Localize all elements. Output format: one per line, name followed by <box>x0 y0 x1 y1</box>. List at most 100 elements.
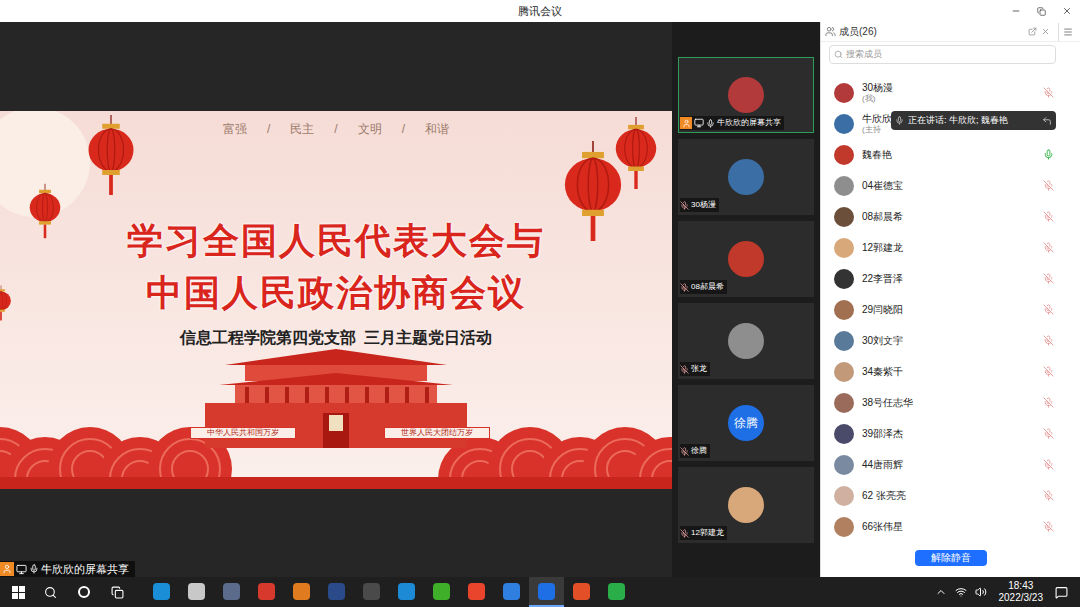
taskbar-app[interactable] <box>389 577 424 607</box>
mic-off-icon[interactable] <box>1043 397 1054 408</box>
app-icon <box>363 583 380 600</box>
member-avatar <box>834 176 854 196</box>
search-field[interactable]: 搜索成员 <box>829 45 1056 64</box>
app-icon <box>538 583 555 600</box>
taskbar-app[interactable] <box>179 577 214 607</box>
members-icon <box>825 26 836 37</box>
mic-off-icon[interactable] <box>1043 180 1054 191</box>
unmute-button[interactable]: 解除静音 <box>915 550 987 566</box>
avatar <box>728 241 764 277</box>
mic-off-icon[interactable] <box>1043 521 1054 532</box>
minimize-icon[interactable] <box>1011 6 1021 16</box>
member-row[interactable]: 62 张亮亮 <box>821 480 1080 511</box>
mic-icon <box>706 119 715 128</box>
app-icon <box>328 583 345 600</box>
volume-icon[interactable] <box>975 586 987 598</box>
notification-icon[interactable] <box>1055 586 1068 599</box>
share-label: 牛欣欣的屏幕共享 <box>0 561 135 577</box>
app-icon <box>188 583 205 600</box>
member-row[interactable]: 04崔德宝 <box>821 170 1080 201</box>
video-tile[interactable]: 08郝晨希 <box>678 221 814 297</box>
video-tile[interactable]: 牛欣欣的屏幕共享 <box>678 57 814 133</box>
close-icon[interactable] <box>1062 6 1072 16</box>
member-avatar <box>834 300 854 320</box>
video-tile[interactable]: 张龙 <box>678 303 814 379</box>
lantern-icon <box>606 117 666 189</box>
member-row[interactable]: 30刘文宇 <box>821 325 1080 356</box>
avatar <box>728 77 764 113</box>
mic-off-icon[interactable] <box>1043 304 1054 315</box>
taskbar-app[interactable] <box>424 577 459 607</box>
mic-off-icon[interactable] <box>1043 490 1054 501</box>
video-tile[interactable]: 30杨漫 <box>678 139 814 215</box>
app-icon <box>433 583 450 600</box>
member-row[interactable]: 12郭建龙 <box>821 232 1080 263</box>
member-avatar <box>834 331 854 351</box>
mic-off-icon[interactable] <box>1043 428 1054 439</box>
taskbar-app[interactable] <box>494 577 529 607</box>
user-icon <box>2 564 12 574</box>
member-row[interactable]: 魏春艳 <box>821 139 1080 170</box>
taskbar-app[interactable] <box>144 577 179 607</box>
tile-label: 12郭建龙 <box>680 526 727 540</box>
clock[interactable]: 18:432022/3/23 <box>995 580 1048 604</box>
tray-expand-icon[interactable] <box>935 586 947 598</box>
mic-off-icon[interactable] <box>1043 273 1054 284</box>
taskbar-app[interactable] <box>459 577 494 607</box>
return-icon[interactable] <box>1042 116 1052 126</box>
taskbar-app[interactable] <box>284 577 319 607</box>
video-tile[interactable]: 12郭建龙 <box>678 467 814 543</box>
mic-off-icon[interactable] <box>1043 459 1054 470</box>
mic-icon <box>29 564 39 574</box>
screen: 腾讯会议中华人民共和国万岁世界人民大团结万岁富强/民主/文明/和谐学习全国人民代… <box>0 0 1080 607</box>
mic-off-icon[interactable] <box>1043 366 1054 377</box>
taskbar-app[interactable] <box>319 577 354 607</box>
mic-off-icon[interactable] <box>1043 211 1054 222</box>
cortana-icon[interactable] <box>78 586 90 598</box>
taskbar-app[interactable] <box>529 577 564 607</box>
restore-icon[interactable] <box>1037 7 1046 16</box>
close-icon[interactable] <box>1041 27 1050 36</box>
taskbar-app[interactable] <box>599 577 634 607</box>
taskbar-app[interactable] <box>249 577 284 607</box>
member-row[interactable]: 08郝晨希 <box>821 201 1080 232</box>
task-view-icon[interactable] <box>111 586 124 599</box>
member-row[interactable]: 38号任志华 <box>821 387 1080 418</box>
members-panel: 成员(26)搜索成员30杨漫(我)牛欣欣(主持魏春艳04崔德宝08郝晨希12郭建… <box>820 22 1080 577</box>
network-icon[interactable] <box>955 586 967 598</box>
speaking-tooltip: 正在讲话: 牛欣欣; 魏春艳 <box>891 111 1056 130</box>
avatar: 徐腾 <box>728 405 764 441</box>
slide-banner: 中华人民共和国万岁 <box>190 427 296 439</box>
search-icon[interactable] <box>44 586 57 599</box>
mic-off-icon[interactable] <box>1043 242 1054 253</box>
mic-off-icon <box>680 529 689 538</box>
member-row[interactable]: 39邵泽杰 <box>821 418 1080 449</box>
mic-off-icon <box>680 447 689 456</box>
member-row[interactable]: 66张伟星 <box>821 511 1080 542</box>
mic-off-icon[interactable] <box>1043 87 1054 98</box>
popout-icon[interactable] <box>1028 27 1037 36</box>
member-row[interactable]: 44唐雨辉 <box>821 449 1080 480</box>
member-row[interactable]: 22李晋泽 <box>821 263 1080 294</box>
slide-subtitle: 信息工程学院第四党支部 三月主题党日活动 <box>180 327 493 349</box>
avatar <box>728 487 764 523</box>
menu-icon[interactable] <box>1063 27 1073 37</box>
app-icon <box>293 583 310 600</box>
app-icon <box>398 583 415 600</box>
video-tile[interactable]: 徐腾徐腾 <box>678 385 814 461</box>
member-row[interactable]: 30杨漫(我) <box>821 77 1080 108</box>
lantern-icon <box>86 111 136 203</box>
taskbar-app[interactable] <box>354 577 389 607</box>
tile-label: 08郝晨希 <box>680 280 727 294</box>
mic-off-icon <box>680 283 689 292</box>
slide-banner: 世界人民大团结万岁 <box>384 427 490 439</box>
member-row[interactable]: 34秦紫千 <box>821 356 1080 387</box>
taskbar: 18:432022/3/23 <box>0 577 1080 607</box>
app-icon <box>608 583 625 600</box>
member-row[interactable]: 29闫晓阳 <box>821 294 1080 325</box>
windows-start-icon[interactable] <box>12 586 25 599</box>
taskbar-app[interactable] <box>214 577 249 607</box>
mic-off-icon[interactable] <box>1043 335 1054 346</box>
mic-icon[interactable] <box>1043 149 1054 160</box>
taskbar-app[interactable] <box>564 577 599 607</box>
